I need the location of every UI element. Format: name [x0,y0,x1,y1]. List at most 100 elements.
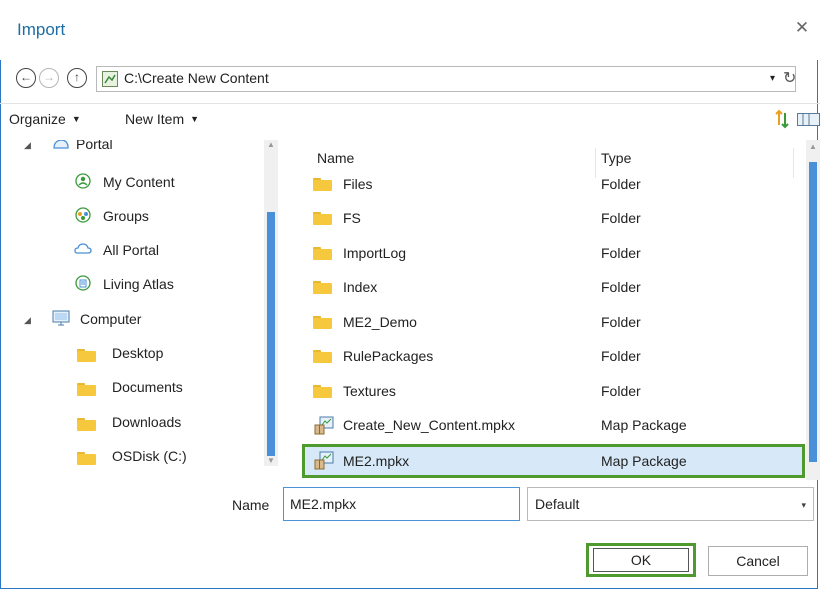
folder-icon [313,212,332,225]
list-item[interactable]: Files Folder [302,170,805,198]
new-item-menu[interactable]: New Item ▼ [125,111,199,127]
ok-label: OK [593,548,689,572]
tree-item-osdisk[interactable]: OSDisk (C:) [8,444,268,468]
item-name: ME2.mpkx [343,453,410,469]
location-icon [102,71,118,87]
folder-icon [77,452,96,465]
scroll-thumb[interactable] [267,212,275,456]
dialog-title: Import [17,20,66,39]
list-scrollbar[interactable]: ▲ [806,140,820,480]
item-type: Folder [601,348,641,364]
folder-icon [77,418,96,431]
expand-icon[interactable]: ◢ [24,315,31,326]
my-content-icon [75,173,91,189]
caret-down-icon: ▼ [190,114,200,124]
toolbar: Organize ▼ New Item ▼ [0,103,820,134]
column-header-name[interactable]: Name [317,150,354,166]
view-options-icon[interactable] [797,113,820,126]
tree-item-label: Computer [80,311,142,327]
scroll-up-icon[interactable]: ▲ [267,140,275,149]
list-item[interactable]: ImportLog Folder [302,239,805,267]
tree-item-portal[interactable]: ◢ Portal [8,140,268,160]
list-header: Name Type [287,148,797,178]
sort-icon[interactable] [775,109,789,129]
organize-label: Organize [9,111,66,127]
file-type-value: Default [535,496,580,512]
item-type: Folder [601,210,641,226]
navigation-bar: ← → ↑ C:\Create New Content ▾ ↻ [16,66,820,94]
folder-icon [77,383,96,396]
cloud-icon [74,243,92,254]
chevron-down-icon: ▾ [801,500,806,510]
item-type: Folder [601,279,641,295]
filename-input[interactable] [283,487,520,521]
item-name: RulePackages [343,348,434,364]
item-type: Folder [601,176,641,192]
ok-button[interactable]: OK [586,543,696,577]
address-bar[interactable]: C:\Create New Content ▾ ↻ [96,66,796,92]
navigation-tree: ◢ Portal My Content Groups All Portal Li… [8,140,280,468]
folder-icon [313,178,332,191]
file-type-select[interactable]: Default ▾ [527,487,814,521]
list-item[interactable]: ME2_Demo Folder [302,308,805,336]
close-icon[interactable]: ✕ [792,18,812,38]
item-name: ME2_Demo [343,314,417,330]
item-name: FS [343,210,361,226]
living-atlas-icon [75,275,91,291]
list-item[interactable]: Textures Folder [302,377,805,405]
list-item[interactable]: Index Folder [302,273,805,301]
expand-icon[interactable]: ◢ [24,140,31,151]
tree-item-downloads[interactable]: Downloads [8,410,268,438]
list-item-selected[interactable]: ME2.mpkx Map Package [302,444,805,478]
tree-item-desktop[interactable]: Desktop [8,341,268,369]
item-type: Folder [601,314,641,330]
tree-item-label: Desktop [112,345,164,361]
map-package-icon [314,416,334,435]
folder-icon [313,385,332,398]
tree-item-label: My Content [103,174,175,190]
tree-item-label: OSDisk (C:) [112,448,187,464]
tree-item-my-content[interactable]: My Content [8,170,268,198]
refresh-icon[interactable]: ↻ [783,68,801,88]
list-item[interactable]: FS Folder [302,204,805,232]
tree-item-label: Downloads [112,414,182,430]
item-type: Map Package [601,453,687,469]
cancel-button[interactable]: Cancel [708,546,808,576]
item-type: Folder [601,383,641,399]
back-button[interactable]: ← [16,68,36,88]
tree-item-label: All Portal [103,242,160,258]
tree-item-living-atlas[interactable]: Living Atlas [8,272,268,300]
new-item-label: New Item [125,111,185,127]
up-button[interactable]: ↑ [67,68,87,88]
list-item[interactable]: Create_New_Content.mpkx Map Package [302,411,805,439]
folder-icon [313,247,332,260]
folder-icon [313,316,332,329]
address-dropdown-icon[interactable]: ▾ [770,73,775,84]
folder-icon [313,281,332,294]
portal-icon [53,140,69,149]
tree-scrollbar[interactable]: ▲ ▼ [264,140,278,466]
scroll-up-icon[interactable]: ▲ [809,142,817,151]
address-text: C:\Create New Content [124,70,269,86]
tree-item-all-portal[interactable]: All Portal [8,238,268,266]
tree-item-documents[interactable]: Documents [8,375,268,403]
tree-item-label: Living Atlas [103,276,174,292]
scroll-down-icon[interactable]: ▼ [267,456,275,465]
item-type: Map Package [601,417,687,433]
tree-item-label: Documents [112,379,183,395]
map-package-icon [314,451,334,470]
item-name: ImportLog [343,245,407,261]
tree-item-label: Portal [76,140,113,152]
tree-item-groups[interactable]: Groups [8,204,268,232]
forward-button[interactable]: → [39,68,59,88]
item-name: Create_New_Content.mpkx [343,417,515,433]
column-header-type[interactable]: Type [601,150,631,166]
list-item[interactable]: RulePackages Folder [302,342,805,370]
scroll-thumb[interactable] [809,162,817,462]
title-bar: Import ✕ [0,0,820,60]
item-name: Files [343,176,373,192]
computer-icon [52,310,70,326]
tree-item-computer[interactable]: ◢ Computer [8,307,268,335]
organize-menu[interactable]: Organize ▼ [9,111,81,127]
tree-item-label: Groups [103,208,149,224]
